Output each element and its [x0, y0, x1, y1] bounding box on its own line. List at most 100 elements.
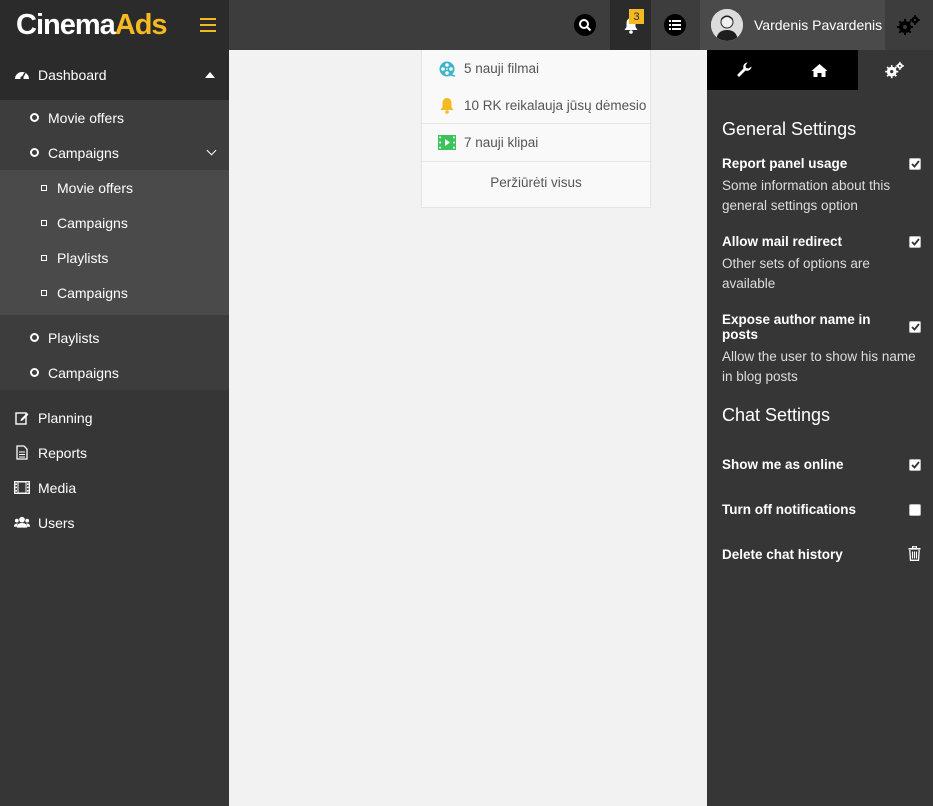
setting-turn-off-notifications: Turn off notifications: [722, 487, 921, 532]
search-button[interactable]: [568, 0, 602, 50]
sidebar-item-reports[interactable]: Reports: [0, 435, 229, 470]
film-icon: [14, 480, 30, 496]
sidebar-item-label: Playlists: [57, 249, 109, 266]
show-online-checkbox[interactable]: [909, 458, 921, 471]
circle-icon: [30, 368, 39, 377]
menu-toggle-button[interactable]: [187, 0, 229, 50]
setting-label: Show me as online: [722, 457, 844, 472]
checkmark-icon: [910, 323, 920, 331]
sidebar-subitem-campaigns[interactable]: Campaigns: [0, 135, 229, 170]
sidebar-subsubitem-movie-offers[interactable]: Movie offers: [0, 170, 229, 205]
notification-label: 7 nauji klipai: [464, 135, 539, 150]
sidebar-item-media[interactable]: Media: [0, 470, 229, 505]
bell-icon: [438, 96, 456, 114]
sidebar-item-label: Campaigns: [48, 144, 119, 161]
circle-icon: [30, 148, 39, 157]
sidebar-subitem-movie-offers[interactable]: Movie offers: [0, 100, 229, 135]
dashboard-icon: [14, 67, 30, 83]
turn-off-notifications-checkbox[interactable]: [909, 503, 921, 516]
campaigns-submenu: Movie offers Campaigns Playlists Campaig…: [0, 170, 229, 315]
settings-tabs: [707, 50, 933, 90]
notification-item-new-movies[interactable]: 5 nauji filmai: [422, 50, 650, 87]
sidebar-item-label: Users: [38, 514, 75, 531]
document-icon: [14, 445, 30, 461]
setting-delete-chat-history: Delete chat history: [722, 532, 921, 577]
sidebar-subitem-campaigns-2[interactable]: Campaigns: [0, 355, 229, 390]
view-all-notifications-link[interactable]: Peržiūrėti visus: [422, 161, 650, 203]
notification-label: 10 RK reikalauja jūsų dėmesio: [464, 97, 647, 113]
sidebar-item-label: Movie offers: [57, 179, 133, 196]
sidebar-item-label: Media: [38, 479, 77, 496]
gears-icon: [885, 61, 905, 79]
circle-icon: [30, 113, 39, 122]
sidebar-item-planning[interactable]: Planning: [0, 400, 229, 435]
user-name: Vardenis Pavardenis: [754, 17, 883, 33]
general-settings-title: General Settings: [722, 119, 857, 139]
dashboard-submenu: Movie offers Campaigns Movie offers Camp…: [0, 100, 229, 390]
notifications-button[interactable]: [610, 0, 651, 50]
settings-button[interactable]: [885, 0, 933, 50]
setting-description: Other sets of options are available: [722, 256, 870, 291]
square-icon: [41, 289, 47, 296]
brand-logo[interactable]: Cinema Ads: [0, 0, 187, 50]
sidebar-subsubitem-campaigns-2[interactable]: Campaigns: [0, 275, 229, 310]
notification-count-badge: 3: [629, 9, 644, 24]
square-icon: [41, 254, 47, 261]
search-icon: [574, 14, 596, 36]
menu-icon: [200, 18, 216, 32]
video-icon: [438, 134, 456, 152]
sidebar-main-items: Planning Reports Media Users: [0, 390, 229, 540]
setting-label: Allow mail redirect: [722, 234, 843, 249]
setting-show-online: Show me as online: [722, 442, 921, 487]
notifications-dropdown: 5 nauji filmai 10 RK reikalauja jūsų dėm…: [421, 50, 651, 208]
top-bar: Cinema Ads 3 Vardenis Pavardenis: [0, 0, 933, 50]
delete-chat-history-button[interactable]: [908, 545, 921, 564]
setting-label: Turn off notifications: [722, 502, 856, 517]
checkmark-icon: [910, 159, 920, 168]
setting-expose-author-name: Expose author name in posts Allow the us…: [722, 312, 921, 387]
list-icon: [664, 14, 686, 36]
list-button[interactable]: [658, 0, 692, 50]
user-menu[interactable]: Vardenis Pavardenis: [700, 0, 885, 50]
sidebar-subsubitem-playlists[interactable]: Playlists: [0, 240, 229, 275]
sidebar-subsubitem-campaigns[interactable]: Campaigns: [0, 205, 229, 240]
circle-icon: [30, 333, 39, 342]
notification-item-new-clips[interactable]: 7 nauji klipai: [422, 124, 650, 161]
sidebar-item-label: Dashboard: [38, 67, 107, 83]
sidebar-item-label: Campaigns: [48, 364, 119, 381]
settings-panel: General Settings Report panel usage Some…: [707, 50, 933, 806]
settings-content: General Settings Report panel usage Some…: [707, 119, 933, 577]
notification-label: 5 nauji filmai: [464, 61, 540, 76]
square-icon: [41, 184, 47, 191]
setting-description: Allow the user to show his name in blog …: [722, 349, 916, 384]
tab-home[interactable]: [782, 50, 858, 90]
notification-item-campaigns-attention[interactable]: 10 RK reikalauja jūsų dėmesio: [422, 87, 650, 124]
setting-label: Expose author name in posts: [722, 312, 871, 342]
setting-report-panel-usage: Report panel usage Some information abou…: [722, 156, 921, 216]
setting-allow-mail-redirect: Allow mail redirect Other sets of option…: [722, 234, 921, 294]
checkmark-icon: [910, 460, 920, 469]
setting-label: Delete chat history: [722, 547, 843, 562]
setting-description: Some information about this general sett…: [722, 178, 891, 213]
tab-settings[interactable]: [857, 50, 933, 90]
film-reel-icon: [438, 60, 456, 78]
sidebar-item-dashboard[interactable]: Dashboard: [0, 50, 229, 100]
sidebar-item-label: Reports: [38, 444, 88, 461]
allow-mail-redirect-checkbox[interactable]: [909, 235, 921, 248]
sidebar: Dashboard Movie offers Campaigns Movie o…: [0, 50, 229, 806]
setting-label: Report panel usage: [722, 156, 848, 171]
tab-tools[interactable]: [707, 50, 783, 90]
gears-icon: [897, 15, 920, 35]
wrench-icon: [737, 62, 752, 77]
sidebar-item-label: Campaigns: [57, 214, 128, 231]
square-icon: [41, 219, 47, 226]
sidebar-item-label: Planning: [38, 409, 93, 426]
brand-name-part2: Ads: [114, 8, 168, 41]
sidebar-subitem-playlists[interactable]: Playlists: [0, 320, 229, 355]
users-icon: [14, 515, 30, 531]
report-panel-usage-checkbox[interactable]: [909, 157, 921, 170]
sidebar-item-users[interactable]: Users: [0, 505, 229, 540]
expose-author-name-checkbox[interactable]: [909, 321, 921, 333]
chevron-down-icon: [206, 145, 217, 156]
sidebar-item-label: Movie offers: [48, 109, 124, 126]
